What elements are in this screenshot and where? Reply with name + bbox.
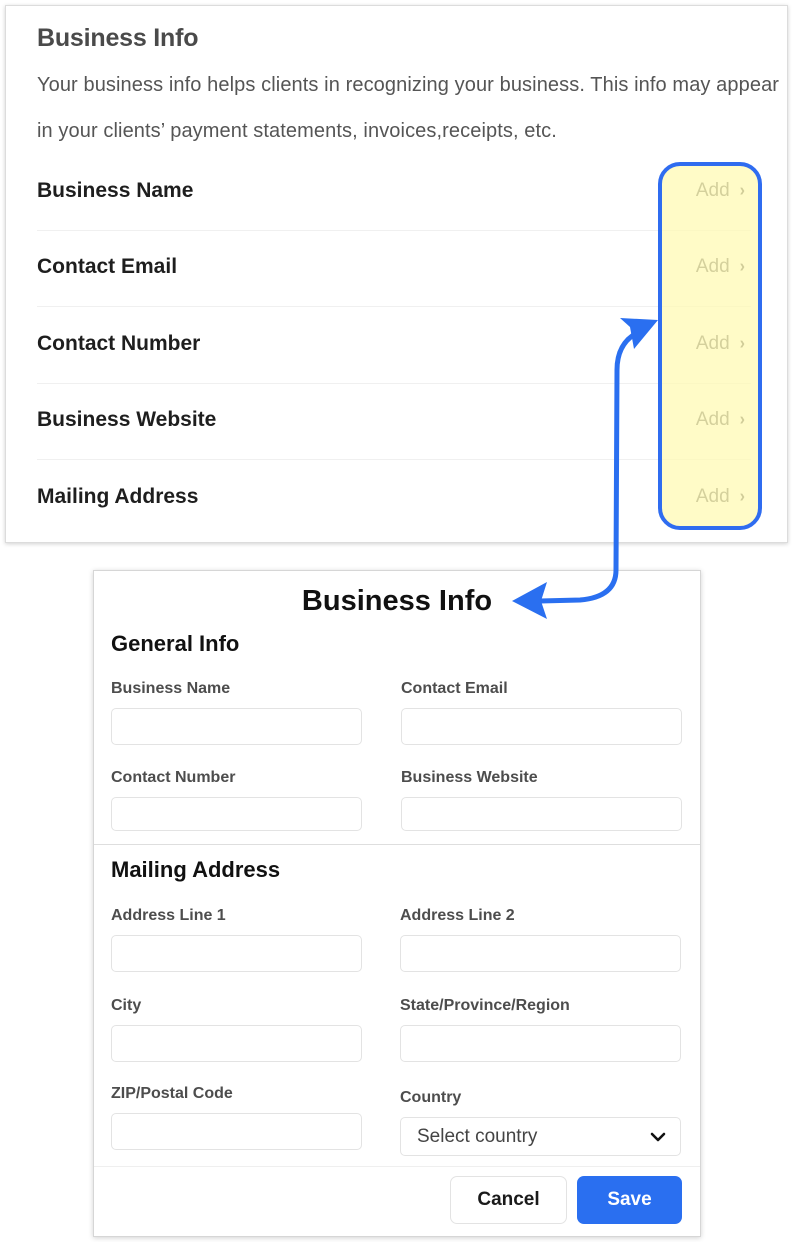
add-business-website-button[interactable]: Add › [696, 409, 745, 431]
zip-input[interactable] [111, 1113, 362, 1150]
address-line-2-field: Address Line 2 [400, 907, 681, 972]
cancel-button[interactable]: Cancel [450, 1176, 567, 1224]
business-website-input[interactable] [401, 797, 682, 831]
chevron-right-icon: › [739, 180, 745, 200]
chevron-right-icon: › [739, 410, 745, 430]
business-website-field: Business Website [401, 769, 682, 831]
field-label: ZIP/Postal Code [111, 1085, 233, 1102]
field-label: City [111, 997, 142, 1014]
zip-field: ZIP/Postal Code [111, 1085, 362, 1150]
field-label: Contact Email [401, 680, 508, 697]
chevron-right-icon: › [739, 487, 745, 507]
contact-number-field: Contact Number [111, 769, 362, 831]
address-line-1-input[interactable] [111, 935, 362, 972]
business-info-modal: Business Info General Info Business Name… [93, 570, 701, 1237]
add-label: Add [695, 256, 730, 278]
contact-number-input[interactable] [111, 797, 362, 831]
row-label: Contact Email [37, 255, 178, 279]
add-contact-email-button[interactable]: Add › [696, 256, 745, 278]
field-label: Address Line 1 [111, 907, 226, 924]
modal-title: Business Info [301, 585, 493, 617]
section-divider [94, 844, 700, 845]
business-name-input[interactable] [111, 708, 362, 745]
field-label: Address Line 2 [400, 907, 515, 924]
row-label: Contact Number [37, 331, 201, 355]
add-business-name-button[interactable]: Add › [696, 180, 745, 202]
settings-description: Your business info helps clients in reco… [37, 74, 780, 142]
general-info-heading: General Info [111, 631, 240, 656]
chevron-down-icon [650, 1132, 666, 1141]
business-info-settings-card: Business Info Your business info helps c… [5, 5, 788, 543]
state-field: State/Province/Region [400, 997, 681, 1062]
row-contact-number[interactable]: Contact Number Add › [37, 307, 751, 384]
row-business-name[interactable]: Business Name Add › [37, 154, 751, 231]
add-mailing-address-button[interactable]: Add › [696, 486, 745, 508]
city-field: City [111, 997, 362, 1062]
city-input[interactable] [111, 1025, 362, 1062]
country-select[interactable]: Select country [400, 1117, 681, 1156]
add-label: Add [695, 409, 730, 431]
row-business-website[interactable]: Business Website Add › [37, 384, 751, 460]
row-label: Mailing Address [37, 485, 199, 509]
save-button[interactable]: Save [577, 1176, 682, 1224]
row-contact-email[interactable]: Contact Email Add › [37, 231, 751, 307]
contact-email-input[interactable] [401, 708, 682, 745]
field-label: Business Website [401, 769, 538, 786]
field-label: Country [400, 1089, 462, 1106]
row-label: Business Name [37, 178, 194, 202]
chevron-right-icon: › [739, 333, 745, 353]
add-label: Add [695, 179, 730, 201]
state-input[interactable] [400, 1025, 681, 1062]
footer-divider [94, 1166, 700, 1167]
contact-email-field: Contact Email [401, 680, 682, 745]
add-label: Add [695, 486, 730, 508]
address-line-1-field: Address Line 1 [111, 907, 362, 972]
settings-title: Business Info [37, 24, 199, 52]
country-placeholder: Select country [417, 1125, 538, 1147]
row-mailing-address[interactable]: Mailing Address Add › [37, 460, 751, 537]
settings-rows: Business Name Add › Contact Email Add › … [37, 154, 751, 537]
field-label: Business Name [111, 680, 231, 697]
field-label: Contact Number [111, 769, 236, 786]
business-name-field: Business Name [111, 680, 362, 745]
add-label: Add [695, 332, 730, 354]
add-contact-number-button[interactable]: Add › [696, 333, 745, 355]
address-line-2-input[interactable] [400, 935, 681, 972]
chevron-right-icon: › [739, 257, 745, 277]
row-label: Business Website [37, 408, 217, 432]
mailing-address-heading: Mailing Address [111, 857, 281, 882]
country-field: Country Select country [400, 1089, 681, 1156]
field-label: State/Province/Region [400, 997, 570, 1014]
